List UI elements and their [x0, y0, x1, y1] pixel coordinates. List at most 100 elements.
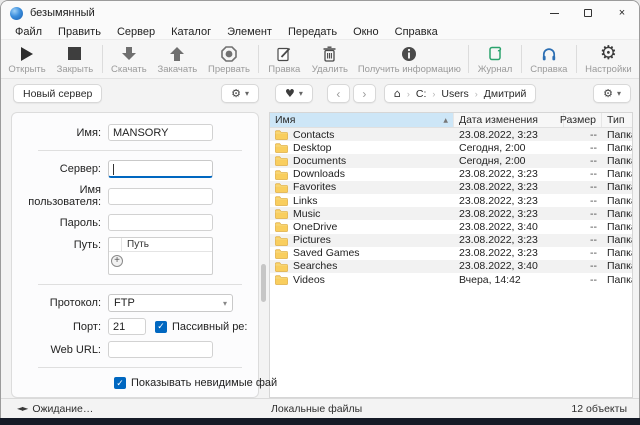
- help-button[interactable]: Справка: [525, 42, 573, 76]
- path-list[interactable]: Путь +: [108, 237, 213, 275]
- menu-item[interactable]: Править: [50, 25, 109, 40]
- file-row[interactable]: Searches 23.08.2022, 3:40 -- Папка: [270, 260, 632, 273]
- close-button[interactable]: ×: [605, 1, 639, 25]
- download-button[interactable]: Скачать: [106, 42, 153, 76]
- file-size-cell: --: [564, 274, 602, 286]
- file-row[interactable]: Downloads 23.08.2022, 3:23 -- Папка: [270, 168, 632, 181]
- name-input[interactable]: [108, 124, 213, 141]
- file-row[interactable]: Music 23.08.2022, 3:23 -- Папка: [270, 207, 632, 220]
- file-row[interactable]: Documents Сегодня, 2:00 -- Папка: [270, 154, 632, 167]
- new-server-button[interactable]: Новый сервер: [13, 84, 102, 103]
- scrollbar-thumb[interactable]: [261, 264, 266, 302]
- file-row[interactable]: Saved Games 23.08.2022, 3:23 -- Папка: [270, 247, 632, 260]
- connection-status: ◄► Ожидание…: [1, 403, 93, 415]
- protocol-value: FTP: [114, 297, 135, 309]
- breadcrumb-segment[interactable]: C:: [416, 88, 427, 100]
- menu-item[interactable]: Сервер: [109, 25, 163, 40]
- file-type-cell: Папка: [602, 181, 632, 193]
- toolbar-separator: [521, 45, 522, 73]
- maximize-button[interactable]: [571, 1, 605, 25]
- file-name-cell: Documents: [270, 155, 454, 167]
- upload-arrow-icon: [169, 44, 185, 63]
- username-input[interactable]: [108, 188, 213, 205]
- toolbar-separator: [258, 45, 259, 73]
- breadcrumb-segment[interactable]: Users: [441, 88, 468, 100]
- delete-button[interactable]: Удалить: [306, 42, 353, 76]
- server-input[interactable]: [108, 160, 213, 178]
- forward-button[interactable]: ›: [353, 84, 376, 103]
- left-pane-scrollbar[interactable]: [259, 112, 269, 398]
- abort-button[interactable]: Прервать: [203, 42, 256, 76]
- file-row[interactable]: Videos Вчера, 14:42 -- Папка: [270, 273, 632, 286]
- folder-icon: [275, 235, 288, 246]
- show-hidden-label: Показывать невидимые фай: [131, 377, 277, 389]
- history-buttons: ‹ ›: [327, 84, 376, 103]
- toolbar-separator: [468, 45, 469, 73]
- favorites-button[interactable]: ♥ ▾: [275, 84, 313, 103]
- menu-item[interactable]: Элемент: [219, 25, 280, 40]
- breadcrumb[interactable]: ⌂ ›C:›Users›Дмитрий: [384, 84, 536, 103]
- file-modified-cell: 23.08.2022, 3:23: [454, 208, 564, 220]
- password-input[interactable]: [108, 214, 213, 231]
- file-size-cell: --: [564, 221, 602, 233]
- settings-button[interactable]: ⚙ Настройки: [580, 42, 637, 76]
- browser-actions-button[interactable]: ⚙ ▾: [593, 84, 631, 103]
- file-type-cell: Папка: [602, 260, 632, 272]
- upload-button[interactable]: Закачать: [152, 42, 203, 76]
- port-input[interactable]: [108, 318, 146, 335]
- show-hidden-checkbox[interactable]: ✓: [114, 377, 126, 389]
- file-row[interactable]: Contacts 23.08.2022, 3:23 -- Папка: [270, 128, 632, 141]
- breadcrumb-segment[interactable]: Дмитрий: [484, 88, 527, 100]
- play-icon: [21, 44, 33, 63]
- column-header-name[interactable]: Имя ▲: [270, 113, 454, 127]
- menu-item[interactable]: Передать: [280, 25, 345, 40]
- column-header-type[interactable]: Тип: [602, 113, 632, 127]
- file-modified-cell: 23.08.2022, 3:40: [454, 260, 564, 272]
- status-text: Ожидание…: [32, 403, 93, 415]
- bookmark-actions-button[interactable]: ⚙ ▾: [221, 84, 259, 103]
- back-icon: ‹: [336, 87, 340, 101]
- column-header-modified[interactable]: Дата изменения: [454, 113, 564, 127]
- forward-icon: ›: [362, 87, 366, 101]
- weburl-input[interactable]: [108, 341, 213, 358]
- file-size-cell: --: [564, 260, 602, 272]
- passive-mode-checkbox[interactable]: ✓: [155, 321, 167, 333]
- get-info-button[interactable]: Получить информацию: [353, 42, 465, 76]
- open-connection-button[interactable]: Открыть: [3, 42, 51, 76]
- folder-icon: [275, 155, 288, 166]
- password-label: Пароль:: [12, 217, 108, 229]
- add-path-button[interactable]: +: [111, 255, 123, 267]
- file-row[interactable]: Favorites 23.08.2022, 3:23 -- Папка: [270, 181, 632, 194]
- menu-bar: ФайлПравитьСерверКаталогЭлементПередатьО…: [1, 25, 639, 40]
- column-header-size[interactable]: Размер: [564, 113, 602, 127]
- edit-button[interactable]: Правка: [262, 42, 306, 76]
- protocol-select[interactable]: FTP ▾: [108, 294, 233, 312]
- file-name-cell: Videos: [270, 274, 454, 286]
- port-label: Порт:: [12, 321, 108, 333]
- file-row[interactable]: OneDrive 23.08.2022, 3:40 -- Папка: [270, 220, 632, 233]
- menu-item[interactable]: Каталог: [163, 25, 219, 40]
- file-row[interactable]: Desktop Сегодня, 2:00 -- Папка: [270, 141, 632, 154]
- close-connection-button[interactable]: Закрыть: [51, 42, 98, 76]
- menu-item[interactable]: Справка: [387, 25, 446, 40]
- folder-icon: [275, 261, 288, 272]
- home-icon[interactable]: ⌂: [394, 87, 401, 100]
- menu-item[interactable]: Файл: [7, 25, 50, 40]
- crumb-separator-icon: ›: [475, 89, 478, 99]
- menu-item[interactable]: Окно: [345, 25, 387, 40]
- file-modified-cell: 23.08.2022, 3:23: [454, 234, 564, 246]
- minimize-button[interactable]: [537, 1, 571, 25]
- file-row[interactable]: Pictures 23.08.2022, 3:23 -- Папка: [270, 234, 632, 247]
- window-controls: ×: [537, 1, 639, 25]
- back-button[interactable]: ‹: [327, 84, 350, 103]
- file-row[interactable]: Links 23.08.2022, 3:23 -- Папка: [270, 194, 632, 207]
- folder-icon: [275, 142, 288, 153]
- log-button[interactable]: Журнал: [472, 42, 518, 76]
- stop-octagon-icon: [221, 44, 237, 63]
- transfer-icon: ◄►: [17, 404, 27, 413]
- file-list: Contacts 23.08.2022, 3:23 -- Папка Deskt…: [270, 128, 632, 397]
- crumb-separator-icon: ›: [407, 89, 410, 99]
- file-modified-cell: 23.08.2022, 3:23: [454, 168, 564, 180]
- file-name-cell: OneDrive: [270, 221, 454, 233]
- sort-ascending-icon: ▲: [443, 117, 448, 124]
